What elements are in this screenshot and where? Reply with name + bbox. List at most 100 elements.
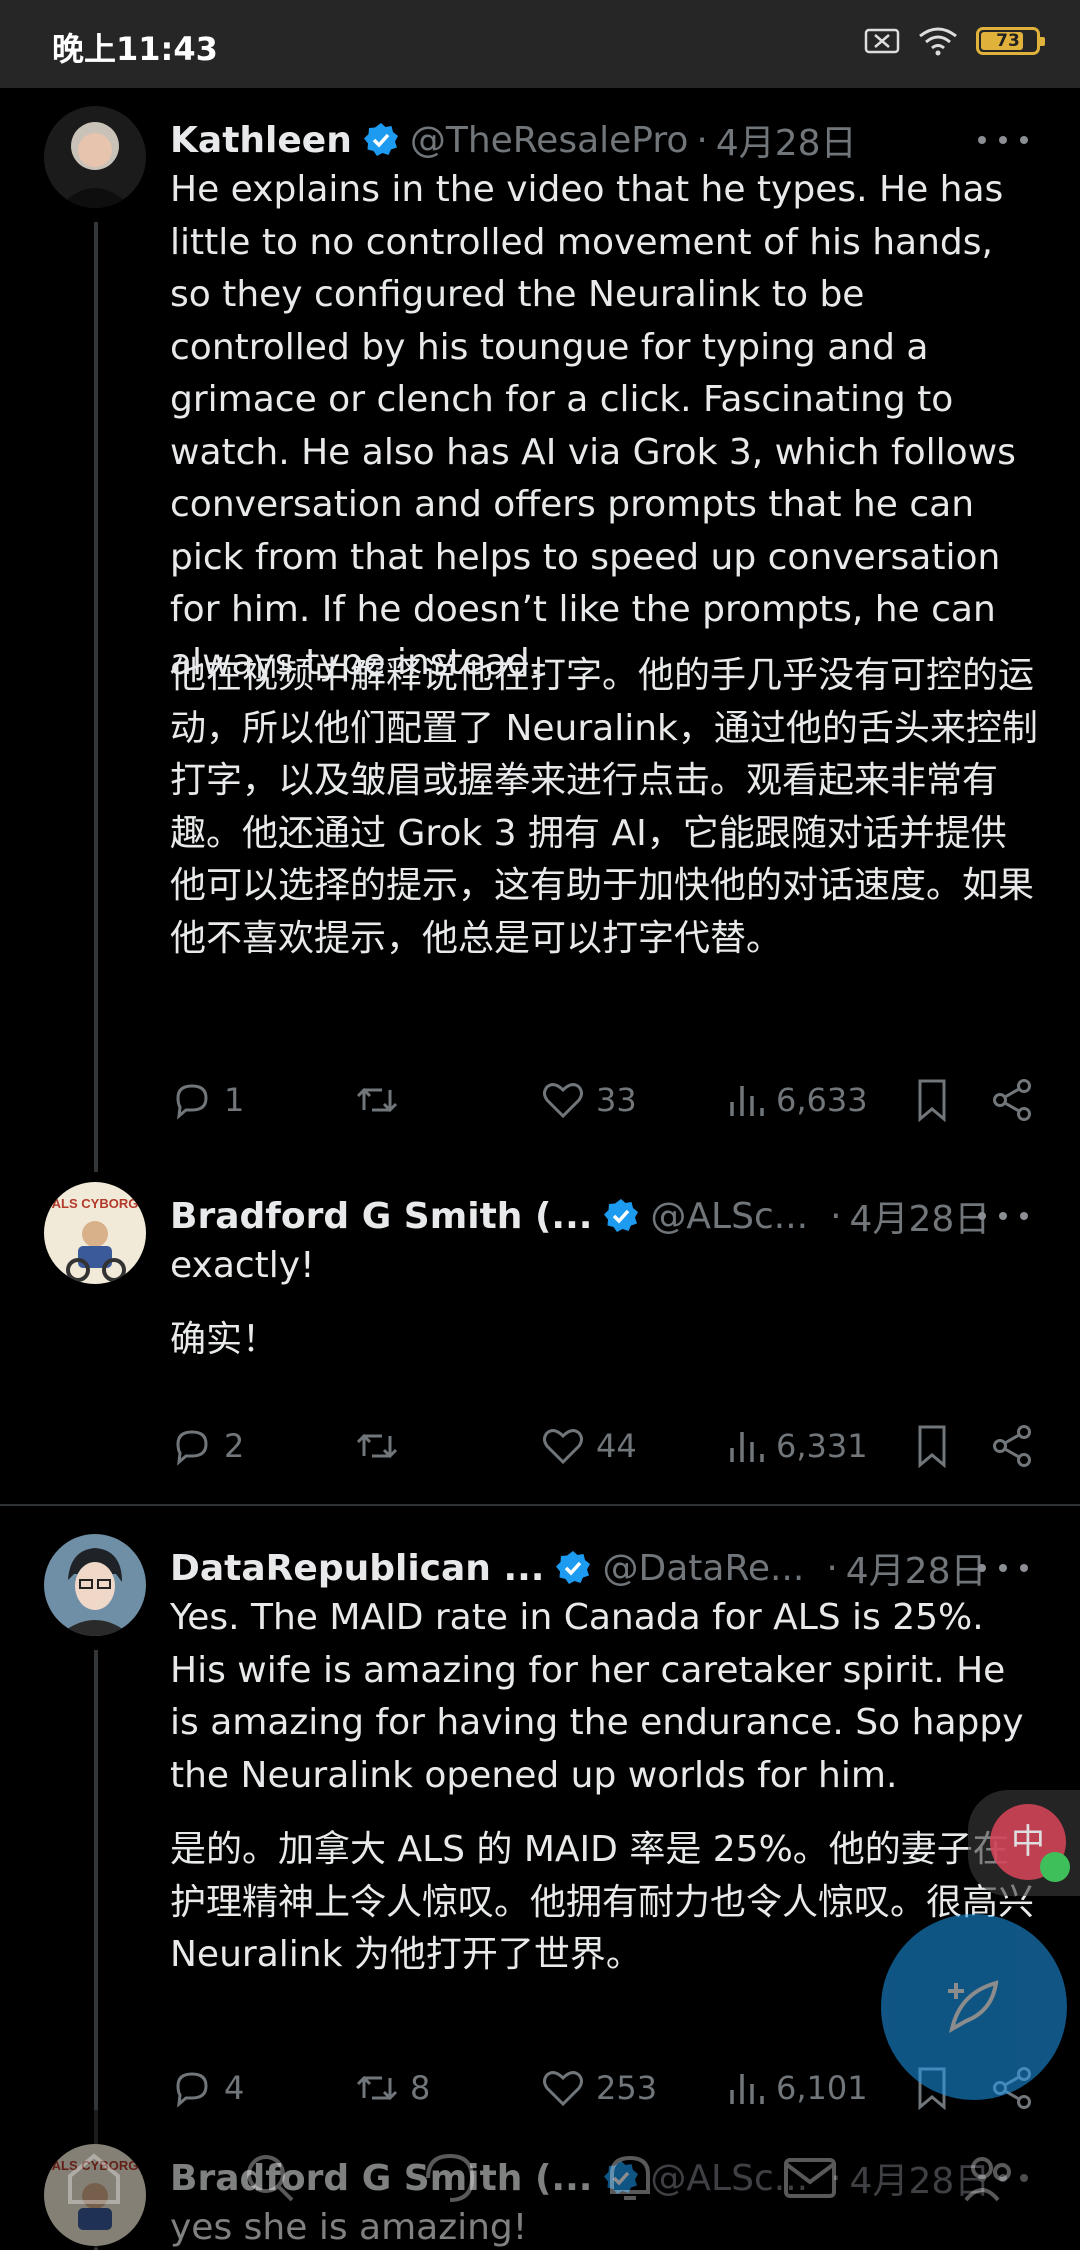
messages-icon [784, 2158, 836, 2198]
sim-off-icon [864, 28, 900, 54]
verified-badge-icon [363, 123, 398, 156]
spaces-icon [426, 2153, 475, 2202]
reply-count: 2 [224, 1427, 245, 1465]
wifi-icon [919, 27, 957, 56]
views-button[interactable]: 6,633 [726, 1072, 868, 1128]
thread-line [94, 222, 98, 1172]
reply-count: 1 [224, 1081, 245, 1119]
share-icon [993, 1425, 1031, 1467]
author-name[interactable]: Kathleen [170, 120, 352, 161]
tweet-actions: 2 44 6,331 [0, 1418, 1080, 1474]
reply-icon [176, 1430, 208, 1466]
status-icons: 73 [864, 26, 1045, 56]
avatar[interactable] [44, 106, 146, 208]
tweet-translation: 他在视频中解释说他在打字。他的手几乎没有可控的运动，所以他们配置了 Neural… [170, 655, 1038, 959]
repost-icon [356, 2075, 398, 2101]
like-button[interactable]: 44 [540, 1418, 637, 1474]
separator: · [826, 1547, 838, 1589]
like-icon [543, 1429, 583, 1465]
tweet-date[interactable]: 4月28日 [850, 1190, 991, 1242]
views-button[interactable]: 6,331 [726, 1418, 868, 1474]
like-icon [543, 1083, 583, 1119]
author-handle[interactable]: @TheResalePro [410, 120, 689, 161]
verified-badge-icon [604, 1199, 639, 1232]
home-icon [68, 2153, 120, 2204]
tweet[interactable]: ALS CYBORG Bradford G Smith (... @ALSc..… [0, 1182, 1080, 1482]
status-time: 晚上11:43 [52, 30, 218, 68]
tweet-text: exactly! [170, 1245, 315, 1286]
views-icon [730, 1086, 764, 1116]
like-button[interactable]: 253 [540, 2060, 657, 2116]
tweet-translation: 确实！ [170, 1319, 279, 1360]
author-handle[interactable]: @ALSc... [650, 1196, 808, 1237]
views-count: 6,633 [776, 1081, 868, 1119]
bookmark-button[interactable] [912, 1418, 952, 1474]
author-name[interactable]: Bradford G Smith (... [170, 1196, 592, 1237]
floating-translate-badge[interactable]: 中 [968, 1790, 1080, 1896]
reply-icon [176, 2072, 208, 2108]
nav-messages[interactable] [780, 2150, 840, 2210]
verified-badge-icon [556, 1551, 591, 1584]
author-handle[interactable]: @DataRe... [602, 1548, 804, 1589]
views-count: 6,101 [776, 2069, 868, 2107]
separator: · [696, 119, 708, 161]
repost-icon [356, 1433, 398, 1459]
like-button[interactable]: 33 [540, 1072, 637, 1128]
tweet-date[interactable]: 4月28日 [846, 1542, 987, 1594]
like-count: 44 [596, 1427, 637, 1465]
tweet-date[interactable]: 4月28日 [716, 114, 857, 166]
views-count: 6,331 [776, 1427, 868, 1465]
reply-button[interactable]: 2 [170, 1418, 244, 1474]
like-count: 33 [596, 1081, 637, 1119]
bookmark-icon [918, 1079, 946, 1123]
status-bar: 晚上11:43 73 [0, 0, 1080, 88]
repost-icon [356, 1087, 398, 1113]
reply-count: 4 [224, 2069, 245, 2107]
repost-button[interactable] [354, 1072, 410, 1128]
repost-button[interactable]: 8 [354, 2060, 430, 2116]
tweet-header: DataRepublican ... @DataRe... · 4月28日 [170, 1542, 1040, 1594]
compose-icon [948, 1980, 999, 2033]
tweet-header: Kathleen @TheResalePro · 4月28日 [170, 114, 1040, 166]
tweet[interactable]: Kathleen @TheResalePro · 4月28日 He explai… [0, 106, 1080, 1172]
tweet-text: Yes. The MAID rate in Canada for ALS is … [170, 1597, 1024, 1796]
like-count: 253 [596, 2069, 658, 2107]
tweet-header: Bradford G Smith (... @ALSc... · 4月28日 [170, 1190, 1040, 1242]
nav-spaces[interactable] [420, 2150, 480, 2210]
nav-search[interactable] [240, 2150, 300, 2210]
more-options-button[interactable] [978, 116, 1028, 164]
author-name[interactable]: DataRepublican ... [170, 1548, 544, 1589]
views-icon [730, 1432, 764, 1462]
avatar[interactable] [44, 1534, 146, 1636]
communities-icon [964, 2157, 1011, 2202]
search-icon [247, 2155, 294, 2202]
tweet-text: He explains in the video that he types. … [170, 169, 1016, 683]
repost-button[interactable] [354, 1418, 410, 1474]
like-icon [543, 2071, 583, 2107]
avatar-caption: ALS CYBORG [52, 1196, 139, 1211]
nav-home[interactable] [64, 2150, 124, 2210]
nav-communities[interactable] [960, 2150, 1020, 2210]
nav-notifications[interactable] [600, 2150, 660, 2210]
bookmark-button[interactable] [912, 1072, 952, 1128]
views-button[interactable]: 6,101 [726, 2060, 868, 2116]
compose-button[interactable] [881, 1914, 1067, 2100]
bookmark-icon [918, 1425, 946, 1469]
more-options-button[interactable] [978, 1544, 1028, 1592]
separator: · [830, 1195, 842, 1237]
reply-button[interactable]: 4 [170, 2060, 244, 2116]
battery-level: 73 [996, 31, 1020, 51]
tweet-actions: 1 33 6,633 [0, 1072, 1080, 1128]
repost-count: 8 [410, 2069, 431, 2107]
share-button[interactable] [990, 1418, 1034, 1474]
reply-icon [176, 1084, 208, 1120]
views-icon [730, 2074, 764, 2104]
check-icon [1040, 1852, 1070, 1882]
avatar[interactable]: ALS CYBORG [44, 1182, 146, 1284]
share-button[interactable] [990, 1072, 1034, 1128]
notifications-icon [610, 2155, 650, 2200]
more-options-button[interactable] [978, 1192, 1028, 1240]
share-icon [993, 1079, 1031, 1121]
reply-button[interactable]: 1 [170, 1072, 244, 1128]
bottom-nav [0, 2110, 1080, 2248]
